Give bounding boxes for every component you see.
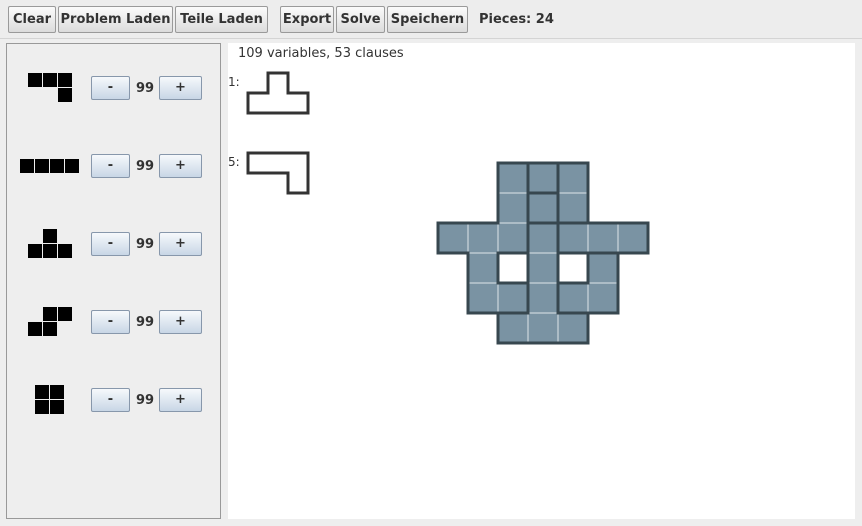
board-cell (497, 312, 529, 344)
increase-count-button[interactable]: + (159, 76, 202, 100)
piece-row: - 99 + (7, 380, 220, 420)
save-button[interactable]: Speichern (387, 6, 468, 33)
clear-button[interactable]: Clear (8, 6, 56, 33)
puzzle-canvas[interactable]: 109 variables, 53 clauses 1: 5: (228, 43, 855, 519)
board-cell (497, 282, 529, 314)
board-cell (527, 192, 559, 224)
pieces-count: Pieces: 24 (479, 12, 554, 27)
piece-count: 99 (135, 237, 155, 252)
piece-count: 99 (135, 81, 155, 96)
board-cell (587, 222, 619, 254)
piece-row: - 99 + (7, 302, 220, 342)
board-cell (557, 192, 589, 224)
board-cell (497, 192, 529, 224)
increase-count-button[interactable]: + (159, 310, 202, 334)
board-cell (527, 162, 559, 194)
decrease-count-button[interactable]: - (91, 310, 130, 334)
decrease-count-button[interactable]: - (91, 154, 130, 178)
t-tetromino-icon (7, 224, 93, 264)
solve-button[interactable]: Solve (336, 6, 385, 33)
piece-count: 99 (135, 315, 155, 330)
s-tetromino-icon (7, 68, 93, 108)
board-cell (557, 162, 589, 194)
problem-load-button[interactable]: Problem Laden (58, 6, 173, 33)
board-cell (437, 222, 469, 254)
z-tetromino-icon (7, 302, 93, 342)
board-cell (527, 252, 559, 284)
board-cell (467, 252, 499, 284)
piece-row: - 99 + (7, 68, 220, 108)
board-cell (467, 282, 499, 314)
parts-load-button[interactable]: Teile Laden (175, 6, 268, 33)
board-cell (497, 222, 529, 254)
t-piece-outline (246, 71, 310, 115)
decrease-count-button[interactable]: - (91, 388, 130, 412)
board-cell (587, 252, 619, 284)
piece-palette: - 99 + - 99 + - 99 + - 99 + - 99 + (6, 43, 221, 519)
toolbar: Clear Problem Laden Teile Laden Export S… (0, 0, 862, 39)
board-cell (527, 222, 559, 254)
l-piece-outline (246, 151, 310, 195)
board-cell (467, 222, 499, 254)
board-cell (587, 282, 619, 314)
board-cell (557, 222, 589, 254)
board-cell (617, 222, 649, 254)
piece-row: - 99 + (7, 224, 220, 264)
increase-count-button[interactable]: + (159, 232, 202, 256)
board-cell (497, 162, 529, 194)
decrease-count-button[interactable]: - (91, 76, 130, 100)
board-cell (557, 282, 589, 314)
piece-count: 99 (135, 159, 155, 174)
increase-count-button[interactable]: + (159, 388, 202, 412)
puzzle-drawing (246, 71, 650, 345)
increase-count-button[interactable]: + (159, 154, 202, 178)
piece-count: 99 (135, 393, 155, 408)
export-button[interactable]: Export (280, 6, 334, 33)
decrease-count-button[interactable]: - (91, 232, 130, 256)
i-tetromino-icon (7, 146, 93, 186)
board-cell (527, 312, 559, 344)
o-tetromino-icon (7, 380, 93, 420)
board-cell (557, 312, 589, 344)
board-cell (527, 282, 559, 314)
piece-row: - 99 + (7, 146, 220, 186)
